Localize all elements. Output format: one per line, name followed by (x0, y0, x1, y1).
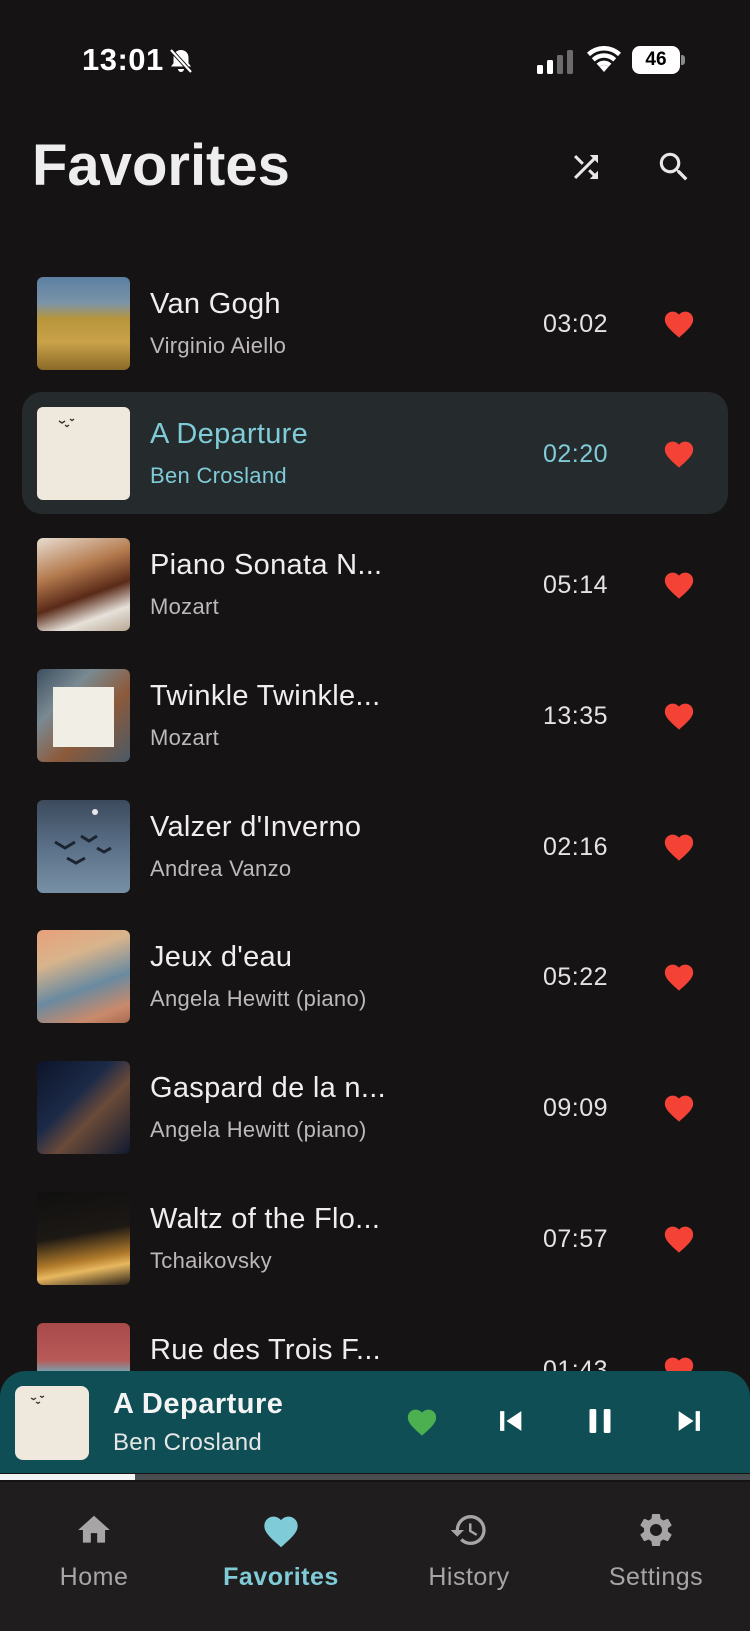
track-duration: 07:57 (542, 1225, 608, 1253)
skip-previous-icon (500, 1411, 522, 1431)
track-duration: 05:22 (542, 963, 608, 991)
track-title: Jeux d'eau (150, 941, 293, 973)
search-button[interactable] (652, 145, 696, 189)
track-row[interactable]: Piano Sonata N... Mozart 05:14 (22, 523, 728, 645)
track-row[interactable]: Twinkle Twinkle... Mozart 13:35 (22, 654, 728, 776)
favorite-heart-icon[interactable] (662, 1091, 696, 1123)
battery-indicator: 46 (632, 46, 685, 74)
track-duration: 05:14 (542, 571, 608, 599)
favorite-heart-icon[interactable] (662, 1222, 696, 1254)
album-cover (37, 930, 130, 1023)
album-cover (37, 277, 130, 370)
track-title: Waltz of the Flo... (150, 1203, 381, 1235)
album-cover (37, 1192, 130, 1285)
gear-icon (636, 1510, 676, 1550)
album-cover (37, 1061, 130, 1154)
track-row[interactable]: Valzer d'Inverno Andrea Vanzo 02:16 (22, 785, 728, 907)
now-playing-favorite-button[interactable] (402, 1401, 442, 1441)
birds-illustration (30, 1395, 45, 1405)
shuffle-icon (574, 155, 598, 179)
previous-button[interactable] (490, 1401, 530, 1441)
track-duration: 02:20 (542, 440, 608, 468)
track-row[interactable]: Gaspard de la n... Angela Hewitt (piano)… (22, 1046, 728, 1168)
search-icon (659, 152, 688, 181)
track-duration: 03:02 (542, 310, 608, 338)
track-artist: Mozart (150, 725, 220, 750)
track-artist: Tchaikovsky (150, 1248, 272, 1273)
track-title: A Departure (150, 418, 309, 450)
birds-illustration (58, 418, 75, 428)
playback-progress-fill (0, 1474, 135, 1480)
nav-label: Settings (608, 1563, 704, 1591)
favorite-heart-icon[interactable] (662, 699, 696, 731)
shuffle-button[interactable] (564, 145, 608, 189)
history-icon (449, 1510, 489, 1550)
track-artist: Andrea Vanzo (150, 856, 292, 881)
track-duration: 13:35 (542, 702, 608, 730)
favorite-heart-icon[interactable] (662, 437, 696, 469)
next-button[interactable] (670, 1401, 710, 1441)
track-artist: Mozart (150, 594, 220, 619)
track-artist: Ben Crosland (150, 463, 287, 488)
battery-tip (681, 55, 685, 65)
now-playing-title: A Departure (113, 1388, 284, 1420)
battery-level: 46 (632, 46, 680, 74)
home-icon (74, 1510, 114, 1550)
now-playing-bar[interactable]: A Departure Ben Crosland (0, 1371, 750, 1473)
album-cover (37, 538, 130, 631)
status-time: 13:01 (82, 42, 164, 77)
page-title: Favorites (32, 133, 290, 198)
track-duration: 02:16 (542, 833, 608, 861)
birds-illustration (54, 809, 112, 865)
track-title: Rue des Trois F... (150, 1334, 382, 1366)
heart-icon (407, 1409, 437, 1436)
album-cover (37, 800, 130, 893)
nav-label: Favorites (223, 1563, 339, 1591)
cover-label (53, 687, 114, 747)
favorite-heart-icon[interactable] (662, 960, 696, 992)
nav-item-history[interactable]: History (375, 1510, 563, 1610)
skip-next-icon (678, 1411, 700, 1431)
bottom-navigation: Home Favorites History Settings (0, 1482, 750, 1631)
track-title: Twinkle Twinkle... (150, 680, 381, 712)
status-bar: 13:01 46 (0, 0, 750, 110)
favorite-heart-icon[interactable] (662, 307, 696, 339)
track-title: Piano Sonata N... (150, 549, 383, 581)
track-title: Gaspard de la n... (150, 1072, 386, 1104)
nav-label: History (428, 1563, 510, 1591)
track-title: Valzer d'Inverno (150, 811, 362, 843)
bell-muted-icon (169, 48, 193, 74)
track-artist: Virginio Aiello (150, 333, 287, 358)
track-row-playing[interactable]: A Departure Ben Crosland 02:20 (22, 392, 728, 514)
nav-item-favorites[interactable]: Favorites (187, 1510, 375, 1610)
nav-label: Home (59, 1563, 129, 1591)
track-row[interactable]: Jeux d'eau Angela Hewitt (piano) 05:22 (22, 915, 728, 1037)
wifi-icon (587, 46, 621, 72)
nav-item-settings[interactable]: Settings (562, 1510, 750, 1610)
track-row[interactable]: Waltz of the Flo... Tchaikovsky 07:57 (22, 1177, 728, 1299)
playback-progress-bar[interactable] (0, 1474, 750, 1480)
nav-item-home[interactable]: Home (0, 1510, 188, 1610)
track-artist: Angela Hewitt (piano) (150, 986, 367, 1011)
track-duration: 09:09 (542, 1094, 608, 1122)
track-artist: Angela Hewitt (piano) (150, 1117, 367, 1142)
now-playing-artist: Ben Crosland (113, 1429, 263, 1456)
heart-icon (261, 1510, 301, 1550)
favorite-heart-icon[interactable] (662, 830, 696, 862)
signal-icon (537, 50, 573, 74)
track-title: Van Gogh (150, 288, 281, 320)
pause-button[interactable] (580, 1401, 620, 1441)
favorite-heart-icon[interactable] (662, 568, 696, 600)
track-row[interactable]: Van Gogh Virginio Aiello 03:02 (22, 262, 728, 384)
album-cover (37, 669, 130, 762)
pause-icon (589, 1409, 611, 1433)
now-playing-cover (15, 1386, 89, 1460)
album-cover (37, 407, 130, 500)
